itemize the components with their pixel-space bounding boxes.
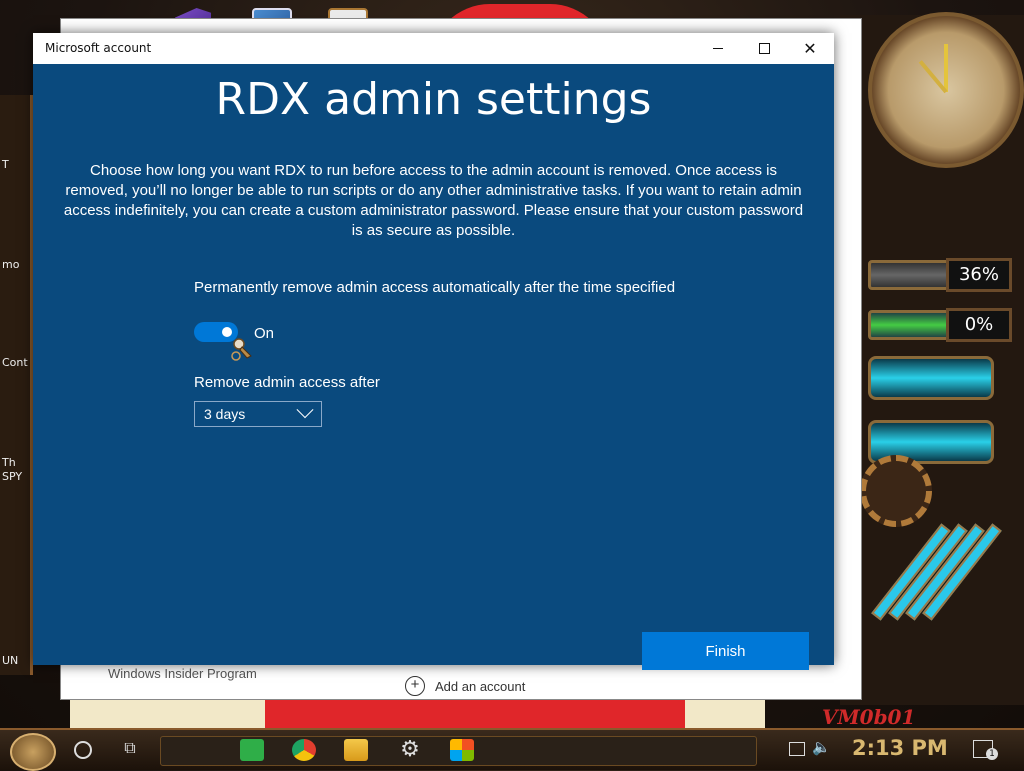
- desktop-label-3: Cont: [2, 356, 28, 369]
- microsoft-account-dialog: Microsoft account ✕ RDX admin settings C…: [33, 33, 834, 670]
- wallpaper-cream-strip-2: [685, 700, 765, 730]
- dropdown-selected-value: 3 days: [204, 406, 246, 422]
- desktop-label-2: mo: [2, 258, 20, 271]
- network-icon[interactable]: [789, 742, 805, 756]
- left-desktop-strip: [0, 95, 33, 675]
- maximize-icon: [758, 43, 770, 54]
- taskbar: ⧉ ⚙ 🔈 2:13 PM 1: [0, 728, 1024, 771]
- description-text: Choose how long you want RDX to run befo…: [63, 162, 804, 239]
- cpu-gauge-tube: [868, 260, 954, 290]
- desktop-label-4: Th SPY: [2, 456, 23, 483]
- search-icon[interactable]: [74, 741, 92, 759]
- desktop-label-1: T: [2, 158, 9, 171]
- add-account-link[interactable]: + Add an account: [405, 676, 525, 696]
- minimize-button[interactable]: [695, 33, 741, 64]
- taskbar-clock[interactable]: 2:13 PM: [852, 736, 948, 760]
- sticky-notes-icon[interactable]: [240, 739, 264, 761]
- title-bar[interactable]: Microsoft account ✕: [33, 33, 834, 64]
- finish-button[interactable]: Finish: [642, 632, 809, 670]
- toggle-state-label: On: [254, 325, 275, 342]
- close-button[interactable]: ✕: [787, 33, 833, 64]
- cpu-gauge-value: 36%: [946, 258, 1012, 292]
- desktop-label-5: UN: [2, 654, 19, 667]
- remove-admin-after-label: Remove admin access after: [194, 374, 380, 391]
- gear-decoration: [860, 455, 932, 527]
- auto-remove-toggle-label: Permanently remove admin access automati…: [194, 279, 676, 296]
- chrome-icon[interactable]: [292, 739, 316, 761]
- settings-gear-icon[interactable]: ⚙: [398, 739, 422, 761]
- start-button[interactable]: [10, 733, 56, 771]
- windows-insider-link[interactable]: Windows Insider Program: [108, 666, 257, 681]
- memory-gauge-value: 0%: [946, 308, 1012, 342]
- dialog-content: RDX admin settings Choose how long you w…: [33, 64, 834, 670]
- wallpaper-red-strip: [265, 700, 685, 730]
- volume-muted-icon[interactable]: 🔈: [812, 738, 831, 756]
- steampunk-cursor-icon: [231, 338, 252, 361]
- close-icon: ✕: [803, 38, 817, 58]
- plus-icon: +: [405, 676, 425, 696]
- chevron-down-icon: [296, 401, 314, 419]
- maximize-button[interactable]: [741, 33, 787, 64]
- steampunk-clock-widget: [868, 12, 1024, 168]
- minimize-icon: [713, 48, 723, 49]
- memory-gauge-tube: [868, 310, 954, 340]
- add-account-label: Add an account: [435, 678, 526, 694]
- window-title: Microsoft account: [45, 41, 152, 55]
- remove-after-dropdown[interactable]: 3 days: [194, 401, 322, 427]
- wallpaper-cream-strip: [70, 700, 265, 730]
- wallpaper-watermark: VM0b01: [822, 705, 916, 729]
- task-view-icon[interactable]: ⧉: [120, 738, 140, 758]
- cyan-tube-gauge-1: [868, 356, 994, 400]
- clock-hour-hand: [944, 44, 948, 92]
- page-title: RDX admin settings: [215, 74, 652, 125]
- file-explorer-icon[interactable]: [344, 739, 368, 761]
- microsoft-store-icon[interactable]: [450, 739, 474, 761]
- notification-count-badge: 1: [986, 748, 998, 760]
